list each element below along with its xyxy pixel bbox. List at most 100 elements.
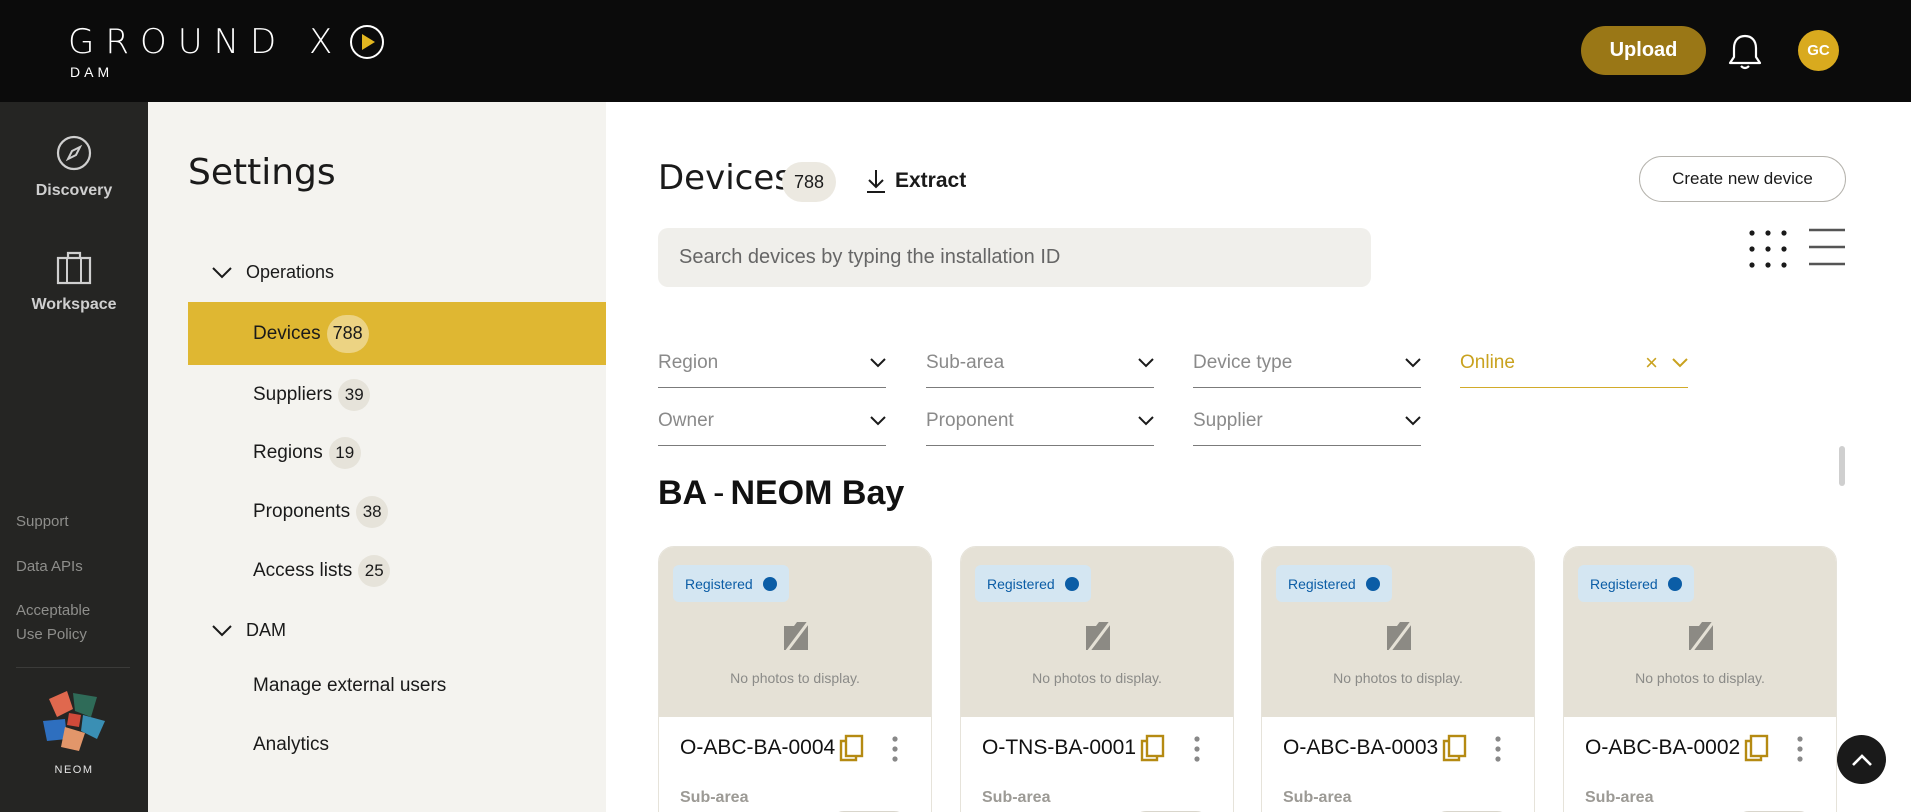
device-card[interactable]: Registered No photos to display. O-ABC-B… xyxy=(1563,546,1837,812)
filter-region[interactable]: Region xyxy=(658,338,886,388)
acceptable-use-policy-link[interactable]: Acceptable Use Policy xyxy=(16,599,90,647)
card-image-area: Registered No photos to display. xyxy=(1564,547,1836,717)
back-to-top-button[interactable] xyxy=(1837,735,1886,784)
device-id-text: O-ABC-BA-0003 xyxy=(1283,736,1439,759)
page-title: Devices xyxy=(658,158,792,198)
compass-icon xyxy=(56,135,92,171)
count-badge: 25 xyxy=(358,555,391,587)
filter-label: Owner xyxy=(658,409,714,431)
status-dot xyxy=(762,576,777,591)
list-view-icon[interactable] xyxy=(1808,227,1846,267)
status-badge: Registered xyxy=(1276,565,1392,602)
nav-item-manage-external-users[interactable]: Manage external users xyxy=(188,660,606,712)
more-options-icon[interactable] xyxy=(1193,735,1201,763)
rail-item-label: Discovery xyxy=(35,182,113,199)
count-badge: 788 xyxy=(326,314,369,353)
divider xyxy=(16,667,130,668)
nav-item-label: Suppliers xyxy=(253,384,333,405)
left-rail: Discovery Workspace Support Data APIs Ac… xyxy=(0,102,148,812)
copy-icon[interactable] xyxy=(1742,733,1770,763)
filter-sub-area[interactable]: Sub-area xyxy=(926,338,1154,388)
chevron-down-icon xyxy=(1138,415,1154,425)
rail-item-workspace[interactable]: Workspace xyxy=(0,250,148,314)
chevron-down-icon xyxy=(1672,357,1688,367)
logo-subtitle: DAM xyxy=(70,64,114,80)
no-photo-icon xyxy=(1086,619,1114,653)
group-separator: - xyxy=(713,474,725,512)
main-content: Devices 788 Extract Create new device Re… xyxy=(606,102,1911,812)
no-photos-text: No photos to display. xyxy=(730,670,860,686)
no-photo-icon xyxy=(784,619,812,653)
download-icon xyxy=(867,170,885,193)
support-link[interactable]: Support xyxy=(16,510,69,534)
device-id-text: O-TNS-BA-0001 xyxy=(982,736,1137,759)
neom-label: NEOM xyxy=(54,764,94,776)
create-new-device-button[interactable]: Create new device xyxy=(1639,156,1846,202)
count-badge: 38 xyxy=(356,496,389,528)
nav-item-label: Proponents xyxy=(253,501,351,522)
nav-item-label: Access lists xyxy=(253,560,353,581)
group-heading: BA - NEOM Bay xyxy=(658,474,904,513)
chevron-down-icon xyxy=(870,357,886,367)
card-image-area: Registered No photos to display. xyxy=(1262,547,1534,717)
no-photo-icon xyxy=(1689,619,1717,653)
filter-proponent[interactable]: Proponent xyxy=(926,396,1154,446)
scrollbar-thumb[interactable] xyxy=(1839,446,1845,486)
filter-label: Device type xyxy=(1193,351,1293,373)
more-options-icon[interactable] xyxy=(891,735,899,763)
rail-item-label: Workspace xyxy=(31,296,117,313)
nav-item-label: Devices xyxy=(253,322,321,344)
avatar[interactable]: GC xyxy=(1798,30,1839,71)
section-operations[interactable]: Operations xyxy=(212,262,334,283)
clear-filter-icon[interactable]: × xyxy=(1645,350,1658,376)
logo-text: GROUND X xyxy=(68,22,344,62)
nav-item-analytics[interactable]: Analytics xyxy=(188,719,606,771)
filter-online[interactable]: Online × xyxy=(1460,338,1688,388)
status-dot xyxy=(1365,576,1380,591)
chevron-down-icon xyxy=(870,415,886,425)
chevron-down-icon xyxy=(1405,415,1421,425)
chevron-down-icon xyxy=(1138,357,1154,367)
logo[interactable]: GROUND X DAM xyxy=(68,22,385,80)
data-apis-link[interactable]: Data APIs xyxy=(16,555,83,579)
device-card[interactable]: Registered No photos to display. O-ABC-B… xyxy=(658,546,932,812)
settings-panel: Settings Operations Devices 788 Supplier… xyxy=(148,102,606,812)
nav-item-regions[interactable]: Regions 19 xyxy=(188,427,606,479)
nav-item-devices[interactable]: Devices 788 xyxy=(188,302,606,365)
filter-device-type[interactable]: Device type xyxy=(1193,338,1421,388)
bell-icon[interactable] xyxy=(1727,32,1763,72)
chevron-down-icon xyxy=(212,266,232,278)
device-card[interactable]: Registered No photos to display. O-TNS-B… xyxy=(960,546,1234,812)
copy-icon[interactable] xyxy=(1440,733,1468,763)
upload-button[interactable]: Upload xyxy=(1581,26,1706,75)
device-id: O-ABC-BA-0002 xyxy=(1585,733,1770,763)
device-id-text: O-ABC-BA-0002 xyxy=(1585,736,1741,759)
nav-item-access-lists[interactable]: Access lists 25 xyxy=(188,545,606,597)
no-photo-icon xyxy=(1387,619,1415,653)
top-bar: GROUND X DAM Upload GC xyxy=(0,0,1911,102)
filter-label: Region xyxy=(658,351,719,373)
sub-area-label: Sub-area xyxy=(982,789,1051,806)
copy-icon[interactable] xyxy=(837,733,865,763)
nav-item-suppliers[interactable]: Suppliers 39 xyxy=(188,369,606,421)
status-label: Registered xyxy=(987,575,1055,592)
more-options-icon[interactable] xyxy=(1796,735,1804,763)
chevron-down-icon xyxy=(212,624,232,636)
section-dam[interactable]: DAM xyxy=(212,620,286,641)
more-options-icon[interactable] xyxy=(1494,735,1502,763)
sub-area-label: Sub-area xyxy=(1585,789,1654,806)
neom-logo-icon xyxy=(43,691,105,751)
device-card[interactable]: Registered No photos to display. O-ABC-B… xyxy=(1261,546,1535,812)
search-input[interactable] xyxy=(658,228,1371,287)
extract-button[interactable]: Extract xyxy=(865,168,966,194)
copy-icon[interactable] xyxy=(1138,733,1166,763)
section-label: Operations xyxy=(246,262,335,282)
grid-view-icon[interactable] xyxy=(1748,229,1788,269)
filter-owner[interactable]: Owner xyxy=(658,396,886,446)
status-badge: Registered xyxy=(1578,565,1694,602)
status-dot xyxy=(1667,576,1682,591)
filter-supplier[interactable]: Supplier xyxy=(1193,396,1421,446)
devices-count-badge: 788 xyxy=(782,162,836,202)
rail-item-discovery[interactable]: Discovery xyxy=(0,134,148,200)
nav-item-proponents[interactable]: Proponents 38 xyxy=(188,486,606,538)
